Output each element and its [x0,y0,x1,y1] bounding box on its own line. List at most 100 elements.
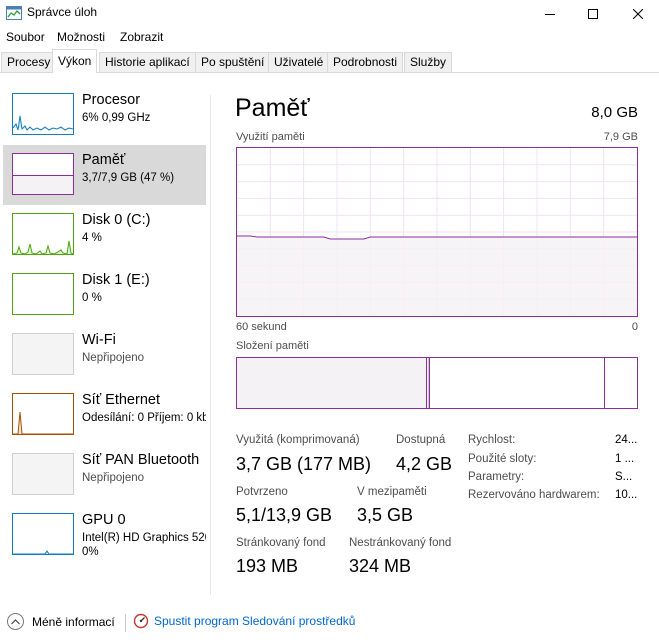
sidebar-item-name: GPU 0 [82,512,126,528]
nonpaged-pool-label: Nestránkovaný fond [349,537,452,549]
cached-value: 3,5 GB [357,505,414,525]
sidebar-item-detail: Nepřipojeno [82,472,145,484]
menu-bar: Soubor Možnosti Zobrazit [0,27,659,47]
sidebar-item-detail: 0 % [82,292,102,304]
disk0-thumbnail-graph [12,213,74,255]
tab-processes[interactable]: Procesy [1,52,57,72]
sidebar-item-detail: 4 % [82,232,102,244]
disk1-thumbnail-graph [12,273,74,315]
sidebar-item-name: Procesor [82,92,141,108]
form-factor-label: Parametry: [468,471,525,483]
tab-details[interactable]: Podrobnosti [327,52,404,72]
memory-usage-chart [237,148,637,316]
sidebar-item-detail: Odesílání: 0 Příjem: 0 kb [82,412,206,424]
maximize-button[interactable] [570,0,616,27]
sidebar-item-ethernet[interactable]: Síť Ethernet Odesílání: 0 Příjem: 0 kb [3,385,206,445]
sidebar-item-detail-2: 0% [82,546,99,558]
open-resource-monitor-link[interactable]: Spustit program Sledování prostředků [133,613,355,629]
sidebar-item-memory[interactable]: Paměť 3,7/7,9 GB (47 %) [3,145,206,205]
available-label: Dostupná [396,434,446,446]
gpu-sparkline [13,550,73,554]
sidebar-item-detail: 6% 0,99 GHz [82,112,151,124]
resource-monitor-icon [133,613,149,629]
task-manager-icon [6,6,22,20]
committed-value: 5,1/13,9 GB [236,505,333,525]
menu-file[interactable]: Soubor [6,30,45,44]
maximize-icon [588,8,598,19]
time-axis-start: 60 sekund [236,321,287,333]
memory-thumbnail-graph [12,153,74,195]
used-value: 3,7 GB (177 MB) [236,454,372,474]
usage-graph-label: Využití paměti [236,131,305,143]
paged-pool-label: Stránkovaný fond [236,537,326,549]
fewer-details-button[interactable]: Méně informací [7,613,115,630]
sidebar-item-detail: Intel(R) HD Graphics 520 [82,532,206,544]
cpu-sparkline [13,115,73,131]
sidebar-divider [210,95,211,595]
sidebar-item-detail: Nepřipojeno [82,352,145,364]
tab-users[interactable]: Uživatelé [268,52,330,72]
tab-bar: Procesy Výkon Historie aplikací Po spušt… [0,49,659,73]
sidebar-item-cpu[interactable]: Procesor 6% 0,99 GHz [3,85,206,145]
composition-modified [428,358,430,408]
sidebar-item-detail: 3,7/7,9 GB (47 %) [82,172,175,184]
sidebar-item-wifi[interactable]: Wi-Fi Nepřipojeno [3,325,206,385]
footer-bar: Méně informací Spustit program Sledování… [0,605,659,644]
title-bar: Správce úloh [0,0,659,27]
slots-used-label: Použité sloty: [468,453,537,465]
sidebar-item-name: Disk 0 (C:) [82,212,151,228]
sidebar-item-name: Paměť [82,152,126,168]
composition-in-use [237,358,427,408]
disk0-sparkline [13,240,73,254]
usage-graph-max: 7,9 GB [603,131,638,143]
tab-performance[interactable]: Výkon [52,49,98,73]
minimize-button[interactable] [527,0,573,27]
committed-label: Potvrzeno [236,486,288,498]
wifi-thumbnail-graph [12,333,74,375]
close-button[interactable] [615,0,659,27]
window-title: Správce úloh [27,5,98,19]
bluetooth-thumbnail-graph [12,453,74,495]
form-factor-value: S... [615,471,633,483]
close-icon [633,8,643,19]
ethernet-thumbnail-graph [12,393,74,435]
sidebar-item-disk-0[interactable]: Disk 0 (C:) 4 % [3,205,206,265]
hardware-reserved-label: Rezervováno hardwarem: [468,489,600,501]
sidebar-item-name: Disk 1 (E:) [82,272,150,288]
tab-services[interactable]: Služby [404,52,453,72]
paged-pool-value: 193 MB [236,556,299,576]
sidebar-item-gpu[interactable]: GPU 0 Intel(R) HD Graphics 520 0% [3,505,206,565]
cpu-thumbnail-graph [12,93,74,135]
fewer-details-label: Méně informací [32,614,115,629]
memory-composition-bar [236,357,638,409]
gpu-thumbnail-graph [12,513,74,555]
menu-view[interactable]: Zobrazit [120,30,163,44]
sidebar-item-name: Síť Ethernet [82,392,160,408]
sidebar-item-name: Síť PAN Bluetooth [82,452,200,468]
sidebar-item-name: Wi-Fi [82,332,116,348]
memory-total: 8,0 GB [591,104,638,121]
minimize-icon [545,13,555,15]
available-value: 4,2 GB [396,454,453,474]
composition-label: Složení paměti [236,340,309,352]
nonpaged-pool-value: 324 MB [349,556,412,576]
tab-startup[interactable]: Po spuštění [195,52,271,72]
speed-label: Rychlost: [468,434,516,446]
tab-app-history[interactable]: Historie aplikací [99,52,196,72]
resource-list: Procesor 6% 0,99 GHz Paměť 3,7/7,9 GB (4… [0,85,210,605]
menu-options[interactable]: Možnosti [57,30,105,44]
sidebar-item-disk-1[interactable]: Disk 1 (E:) 0 % [3,265,206,325]
cached-label: V mezipaměti [357,486,427,498]
slots-used-value: 1 ... [615,453,635,465]
resource-monitor-label: Spustit program Sledování prostředků [154,614,356,628]
composition-standby-free-divider [604,358,605,408]
ethernet-sparkline [13,411,73,434]
chevron-up-icon [7,613,24,630]
memory-usage-graph [236,147,638,317]
memory-usage-area [237,236,637,316]
page-title: Paměť [235,94,310,122]
used-label: Využitá (komprimovaná) [236,434,360,446]
speed-value: 24... [615,434,637,446]
memory-thumbnail-fill [13,175,73,194]
sidebar-item-bluetooth-pan[interactable]: Síť PAN Bluetooth Nepřipojeno [3,445,206,505]
